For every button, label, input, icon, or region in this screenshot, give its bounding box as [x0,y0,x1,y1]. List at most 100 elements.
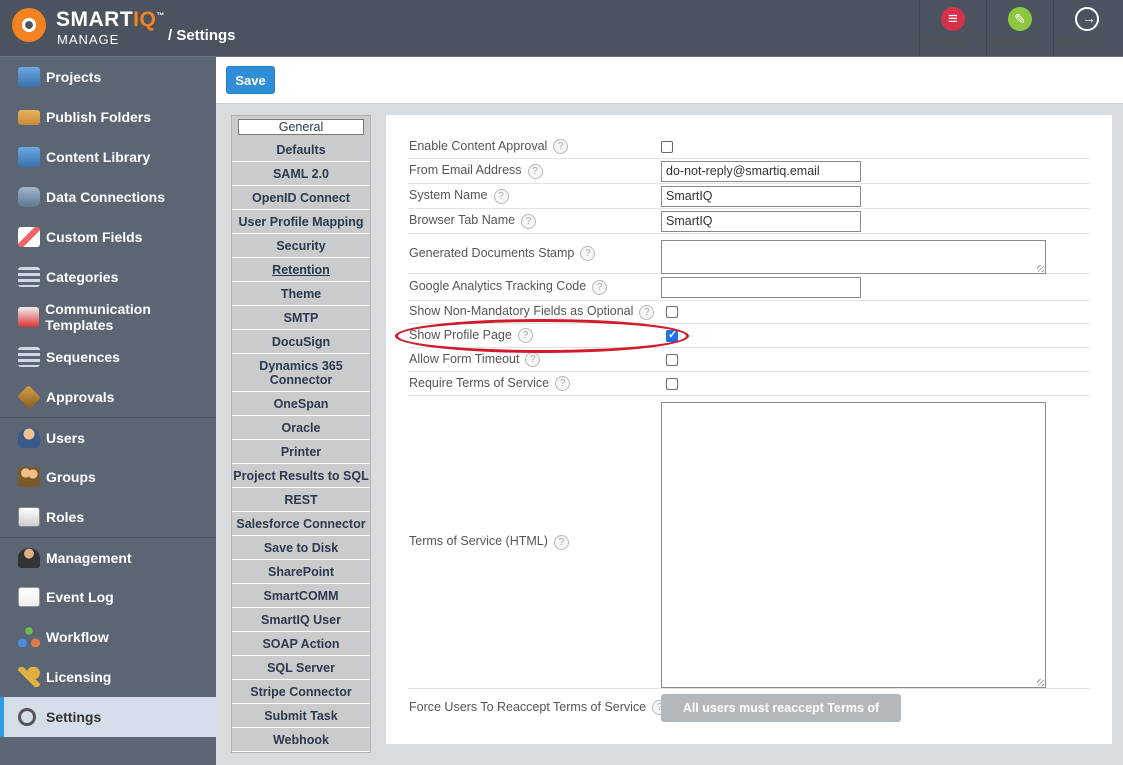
sidebar-item-sequences[interactable]: Sequences [0,337,216,377]
tab-user-profile-mapping[interactable]: User Profile Mapping [232,210,370,234]
sidebar-item-categories[interactable]: Categories [0,257,216,297]
google-analytics-field[interactable] [661,276,861,298]
sidebar-item-management[interactable]: Management [0,537,216,577]
sidebar-item-data-connections[interactable]: Data Connections [0,177,216,217]
tab-sql-server[interactable]: SQL Server [232,656,370,680]
browser-tab-name-field[interactable] [661,210,861,232]
group-icon [18,467,40,487]
role-icon [18,507,40,527]
tab-salesforce-connector[interactable]: Salesforce Connector [232,512,370,536]
smartiq-logo-icon[interactable] [12,8,46,42]
megaphone-icon [18,307,40,327]
help-icon[interactable]: ? [517,328,533,344]
pen-icon [18,227,40,247]
sidebar-item-content-library[interactable]: Content Library [0,137,216,177]
help-icon[interactable]: ? [639,304,655,320]
tab-oracle[interactable]: Oracle [232,416,370,440]
tab-submit-task[interactable]: Submit Task [232,704,370,728]
tab-save-to-disk[interactable]: Save to Disk [232,536,370,560]
help-icon[interactable]: ? [521,213,537,229]
sidebar-item-projects[interactable]: Projects [0,57,216,97]
settings-content: General Defaults SAML 2.0 OpenID Connect… [216,104,1123,765]
row-require-tos: Require Terms of Service? [408,372,1090,396]
tab-docusign[interactable]: DocuSign [232,330,370,354]
help-icon[interactable]: ? [555,376,571,392]
settings-tabs: General Defaults SAML 2.0 OpenID Connect… [231,115,371,753]
sidebar-item-licensing[interactable]: Licensing [0,657,216,697]
tab-stripe-connector[interactable]: Stripe Connector [232,680,370,704]
general-settings-panel: Enable Content Approval? From Email Addr… [386,115,1112,744]
row-allow-form-timeout: Allow Form Timeout? [408,348,1090,372]
tab-dynamics-365-connector[interactable]: Dynamics 365 Connector [232,354,370,392]
sidebar-item-event-log[interactable]: Event Log [0,577,216,617]
sidebar-nav: Projects Publish Folders Content Library… [0,57,216,765]
user-icon [18,427,40,448]
row-google-analytics: Google Analytics Tracking Code? [408,274,1090,301]
tab-onespan[interactable]: OneSpan [232,392,370,416]
row-force-reaccept: Force Users To Reaccept Terms of Service… [408,689,1090,743]
logout-button[interactable]: Log Out [1053,0,1120,56]
tab-security[interactable]: Security [232,234,370,258]
tos-html-textarea[interactable] [661,402,1046,688]
tab-printer[interactable]: Printer [232,440,370,464]
sidebar-item-roles[interactable]: Roles [0,497,216,537]
library-icon [18,147,40,167]
allow-form-timeout-checkbox[interactable] [666,353,678,366]
row-generated-documents-stamp: Generated Documents Stamp? [408,234,1090,274]
row-from-email: From Email Address? [408,159,1090,184]
help-icon[interactable]: ? [525,352,541,368]
gear-icon [18,708,36,726]
sidebar-item-custom-fields[interactable]: Custom Fields [0,217,216,257]
tab-webhook[interactable]: Webhook [232,728,370,752]
help-icon[interactable]: ? [580,246,596,262]
tab-defaults[interactable]: Defaults [232,138,370,162]
brand-name: SMARTIQ™ [56,8,165,31]
list-icon [18,267,40,287]
tab-openid-connect[interactable]: OpenID Connect [232,186,370,210]
save-button[interactable]: Save [226,66,275,94]
row-show-non-mandatory: Show Non-Mandatory Fields as Optional? [408,301,1090,324]
row-enable-content-approval: Enable Content Approval? [408,135,1090,159]
sidebar-item-settings[interactable]: Settings [0,697,216,737]
tab-smartiq-user[interactable]: SmartIQ User [232,608,370,632]
help-icon[interactable]: ? [553,139,569,155]
enable-content-approval-checkbox[interactable] [661,140,673,153]
sidebar-item-publish-folders[interactable]: Publish Folders [0,97,216,137]
tab-rest[interactable]: REST [232,488,370,512]
show-profile-page-checkbox[interactable] [666,328,678,342]
row-show-profile-page: Show Profile Page? [408,324,1090,348]
help-icon[interactable]: ? [493,188,509,204]
breadcrumb: / Settings [168,27,236,44]
key-icon [18,667,40,687]
tab-sharepoint[interactable]: SharePoint [232,560,370,584]
help-icon[interactable]: ? [553,534,569,550]
show-non-mandatory-checkbox[interactable] [666,306,678,318]
tab-project-results-to-sql[interactable]: Project Results to SQL [232,464,370,488]
workflow-icon [18,627,40,647]
design-button[interactable]: Design [986,0,1053,56]
folder-icon [18,109,40,125]
sidebar-item-approvals[interactable]: Approvals [0,377,216,417]
require-tos-checkbox[interactable] [666,377,678,390]
help-icon[interactable]: ? [527,163,543,179]
tab-saml[interactable]: SAML 2.0 [232,162,370,186]
tab-smtp[interactable]: SMTP [232,306,370,330]
event-log-icon [18,587,40,607]
tab-theme[interactable]: Theme [232,282,370,306]
tab-general[interactable]: General [238,119,364,135]
from-email-field[interactable] [661,160,861,182]
tab-smartcomm[interactable]: SmartCOMM [232,584,370,608]
row-browser-tab-name: Browser Tab Name? [408,209,1090,234]
projects-icon [18,67,40,87]
sidebar-item-groups[interactable]: Groups [0,457,216,497]
produce-button[interactable]: Produce [919,0,986,56]
system-name-field[interactable] [661,185,861,207]
sidebar-item-users[interactable]: Users [0,417,216,457]
generated-documents-stamp-textarea[interactable] [661,239,1046,274]
tab-soap-action[interactable]: SOAP Action [232,632,370,656]
sidebar-item-workflow[interactable]: Workflow [0,617,216,657]
sidebar-item-communication-templates[interactable]: Communication Templates [0,297,216,337]
help-icon[interactable]: ? [592,279,608,295]
tab-retention[interactable]: Retention [232,258,370,282]
force-reaccept-button[interactable]: All users must reaccept Terms of Service [661,693,901,743]
